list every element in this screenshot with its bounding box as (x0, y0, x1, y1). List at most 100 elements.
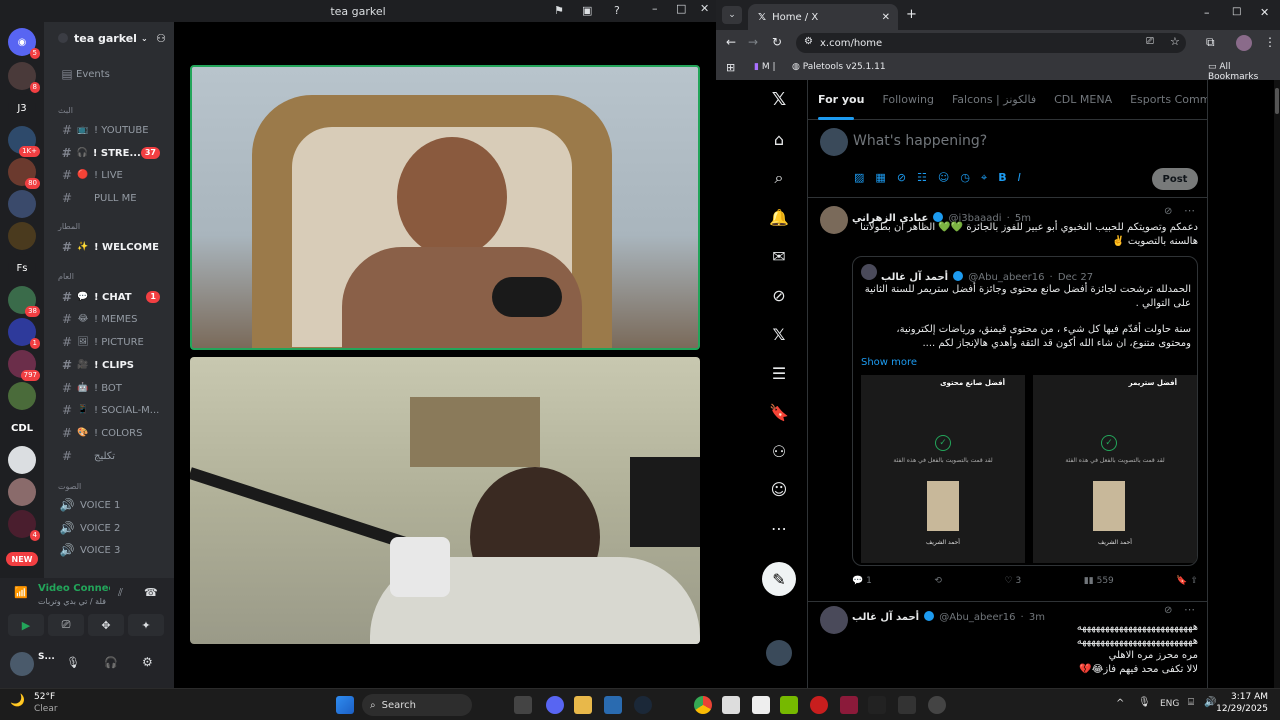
tab-search-icon[interactable]: ⌄ (722, 6, 742, 24)
lists-icon[interactable]: ☰ (768, 362, 790, 384)
windows-start-icon[interactable] (336, 696, 354, 714)
tab-cdl-mena[interactable]: CDL MENA (1054, 93, 1112, 106)
voice-status[interactable]: Video Connecte (38, 583, 110, 594)
file-explorer-icon[interactable] (574, 696, 592, 714)
close-tab-icon[interactable]: ✕ (882, 12, 890, 23)
voice-channel-name[interactable]: فلة / تي بدي وتربات (38, 597, 110, 606)
store-icon[interactable] (604, 696, 622, 714)
video-tile[interactable] (190, 65, 700, 350)
profile-icon[interactable]: ☺ (768, 478, 790, 500)
poll-icon[interactable]: ☷ (917, 171, 927, 185)
tab-for-you[interactable]: For you (818, 93, 864, 106)
x-logo-icon[interactable]: 𝕏 (768, 88, 790, 110)
taskbar-search[interactable]: ⌕ Search (362, 694, 472, 716)
discord-home-icon[interactable]: ◉ 5 (8, 28, 40, 59)
camera-button[interactable]: ▶ (8, 614, 44, 636)
channel-item[interactable]: # 🎥 ! CLIPS (48, 355, 170, 375)
server-icon[interactable]: 80 (8, 158, 40, 189)
channel-item[interactable]: # تكليج (48, 446, 170, 466)
minimize-icon[interactable]: – (1204, 6, 1210, 19)
show-more-link[interactable]: Show more (861, 357, 917, 368)
chevron-up-icon[interactable]: ^ (1116, 698, 1124, 709)
quoted-tweet[interactable]: أحمد آل غالب @Abu_abeer16 · Dec 27 الحمد… (852, 256, 1198, 566)
voice-channel-item[interactable]: 🔊 VOICE 3 (48, 540, 170, 560)
help-icon[interactable]: ? (614, 4, 620, 17)
close-icon[interactable]: ✕ (1260, 6, 1269, 19)
avatar[interactable] (820, 206, 848, 234)
avatar[interactable] (10, 652, 34, 676)
category-label[interactable]: البث (58, 106, 73, 115)
server-icon[interactable] (8, 190, 36, 218)
document-icon[interactable] (752, 696, 770, 714)
task-view-icon[interactable] (514, 696, 532, 714)
more-options-icon[interactable]: ⋯ (1184, 204, 1195, 217)
category-label[interactable]: الصوت (58, 482, 81, 491)
add-member-icon[interactable]: ⚇ (156, 32, 166, 45)
author-name[interactable]: أحمد آل غالب (881, 272, 948, 283)
voice-channel-item[interactable]: 🔊 VOICE 2 (48, 518, 170, 538)
microphone-icon[interactable]: 🎙 (1138, 697, 1151, 708)
site-info-icon[interactable]: ⚙ (804, 36, 813, 47)
clock-date[interactable]: 12/29/2025 (1212, 704, 1268, 714)
weather-desc[interactable]: Clear (34, 704, 58, 714)
server-icon[interactable]: J3 (8, 94, 36, 122)
like-button[interactable]: ♡ 3 (1005, 576, 1022, 586)
server-icon[interactable]: 1K+ (8, 126, 40, 157)
channel-item[interactable]: # 🖼 ! PICTURE (48, 332, 170, 352)
award-card[interactable]: أفضل ستريمر ✓ لقد قمت بالتصويت بالفعل في… (1033, 375, 1197, 563)
channel-item[interactable]: # 📱 ! SOCIAL-M... (48, 400, 170, 420)
account-avatar[interactable] (766, 640, 792, 666)
tab-falcons[interactable]: Falcons | فالكونز (952, 93, 1036, 106)
weather-icon[interactable]: 🌙 (10, 693, 25, 707)
steam-icon[interactable] (634, 696, 652, 714)
server-icon[interactable] (8, 446, 36, 474)
channel-item[interactable]: # 🎨 ! COLORS (48, 423, 170, 443)
cast-icon[interactable]: ⎚ (1146, 36, 1154, 47)
bookmark-item[interactable]: ◍ Paletools v25.1.11 (792, 62, 886, 72)
forward-icon[interactable]: → (748, 35, 758, 49)
terminal-icon[interactable] (898, 696, 916, 714)
media-icon[interactable] (810, 696, 828, 714)
compose-input[interactable]: What's happening? (853, 133, 987, 149)
disconnect-icon[interactable]: ☎ (144, 586, 158, 599)
scrollbar-thumb[interactable] (1275, 88, 1279, 114)
scrollbar[interactable] (1274, 80, 1280, 688)
server-icon[interactable]: CDL (8, 414, 36, 442)
back-icon[interactable]: ← (726, 35, 736, 49)
more-menu-icon[interactable]: ⋮ (1264, 35, 1276, 49)
bookmark-star-icon[interactable]: ☆ (1170, 35, 1180, 48)
maximize-icon[interactable]: □ (1232, 6, 1241, 17)
server-icon[interactable] (8, 222, 36, 250)
new-tab-icon[interactable]: + (906, 7, 917, 22)
bookmark-item[interactable]: ▮ M | (754, 62, 776, 72)
voice-channel-item[interactable]: 🔊 VOICE 1 (48, 495, 170, 515)
server-icon[interactable]: 8 (8, 62, 40, 93)
settings-gear-icon[interactable]: ⚙ (142, 655, 153, 669)
more-options-icon[interactable]: ⋯ (1184, 603, 1195, 616)
screen-icon[interactable]: ▣ (582, 4, 592, 17)
location-icon[interactable]: ⌖ (981, 171, 987, 185)
grok-explain-icon[interactable]: ⊘ (1164, 605, 1172, 616)
microphone-icon[interactable]: 🎙 (66, 656, 80, 669)
server-header[interactable]: tea garkel ⌄ ⚇ (44, 22, 174, 54)
avatar[interactable] (820, 606, 848, 634)
profile-avatar[interactable] (1236, 35, 1252, 51)
inbox-icon[interactable]: ⚑ (554, 4, 564, 17)
app-icon[interactable] (840, 696, 858, 714)
channel-item[interactable]: # ✨ ! WELCOME (48, 237, 170, 257)
grok-icon[interactable]: ⊘ (897, 171, 906, 185)
call-of-duty-icon[interactable] (868, 696, 886, 714)
new-badge[interactable]: NEW (6, 552, 38, 566)
minimize-icon[interactable]: – (652, 2, 658, 15)
all-bookmarks[interactable]: ▭ All Bookmarks (1208, 62, 1280, 82)
chrome-icon[interactable] (694, 696, 712, 714)
channel-item[interactable]: # 🔴 ! LIVE (48, 165, 170, 185)
post-button[interactable]: Post (1152, 168, 1198, 190)
noise-suppression-icon[interactable]: ⫽ (118, 586, 123, 600)
tweet[interactable]: أحمد آل غالب @Abu_abeer16 · 3m ⊘ ⋯ ههههه… (808, 602, 1207, 688)
repost-icon[interactable]: ⟲ (934, 576, 942, 586)
bookmarks-icon[interactable]: 🔖 (768, 401, 790, 423)
channel-item[interactable]: # 😂 ! MEMES (48, 309, 170, 329)
channel-item[interactable]: # 📺 ! YOUTUBE (48, 120, 170, 140)
reload-icon[interactable]: ↻ (772, 35, 782, 49)
